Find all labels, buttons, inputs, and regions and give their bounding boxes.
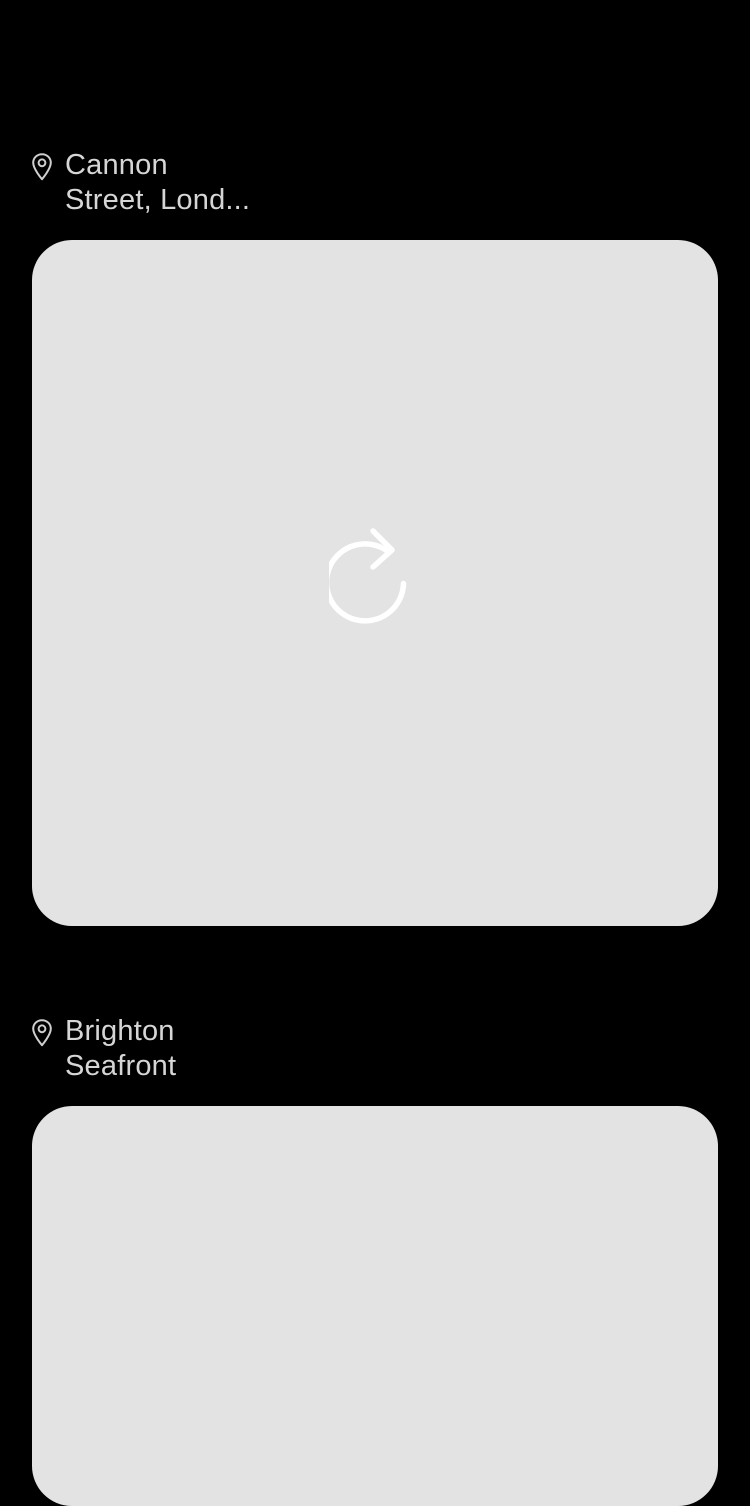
photo-placeholder[interactable] bbox=[32, 1106, 718, 1506]
location-label: Brighton Seafront bbox=[65, 1015, 177, 1082]
map-pin-icon bbox=[31, 152, 53, 182]
photo-feed: Cannon Street, Lond... Brighton Seafront bbox=[0, 0, 750, 1506]
post-location[interactable]: Brighton Seafront bbox=[31, 1014, 351, 1090]
map-pin-icon bbox=[31, 1018, 53, 1048]
post-location[interactable]: Cannon Street, Lond... bbox=[31, 148, 351, 224]
location-label: Cannon Street, Lond... bbox=[65, 149, 251, 216]
photo-placeholder[interactable] bbox=[32, 240, 718, 926]
reload-icon[interactable] bbox=[329, 523, 421, 631]
